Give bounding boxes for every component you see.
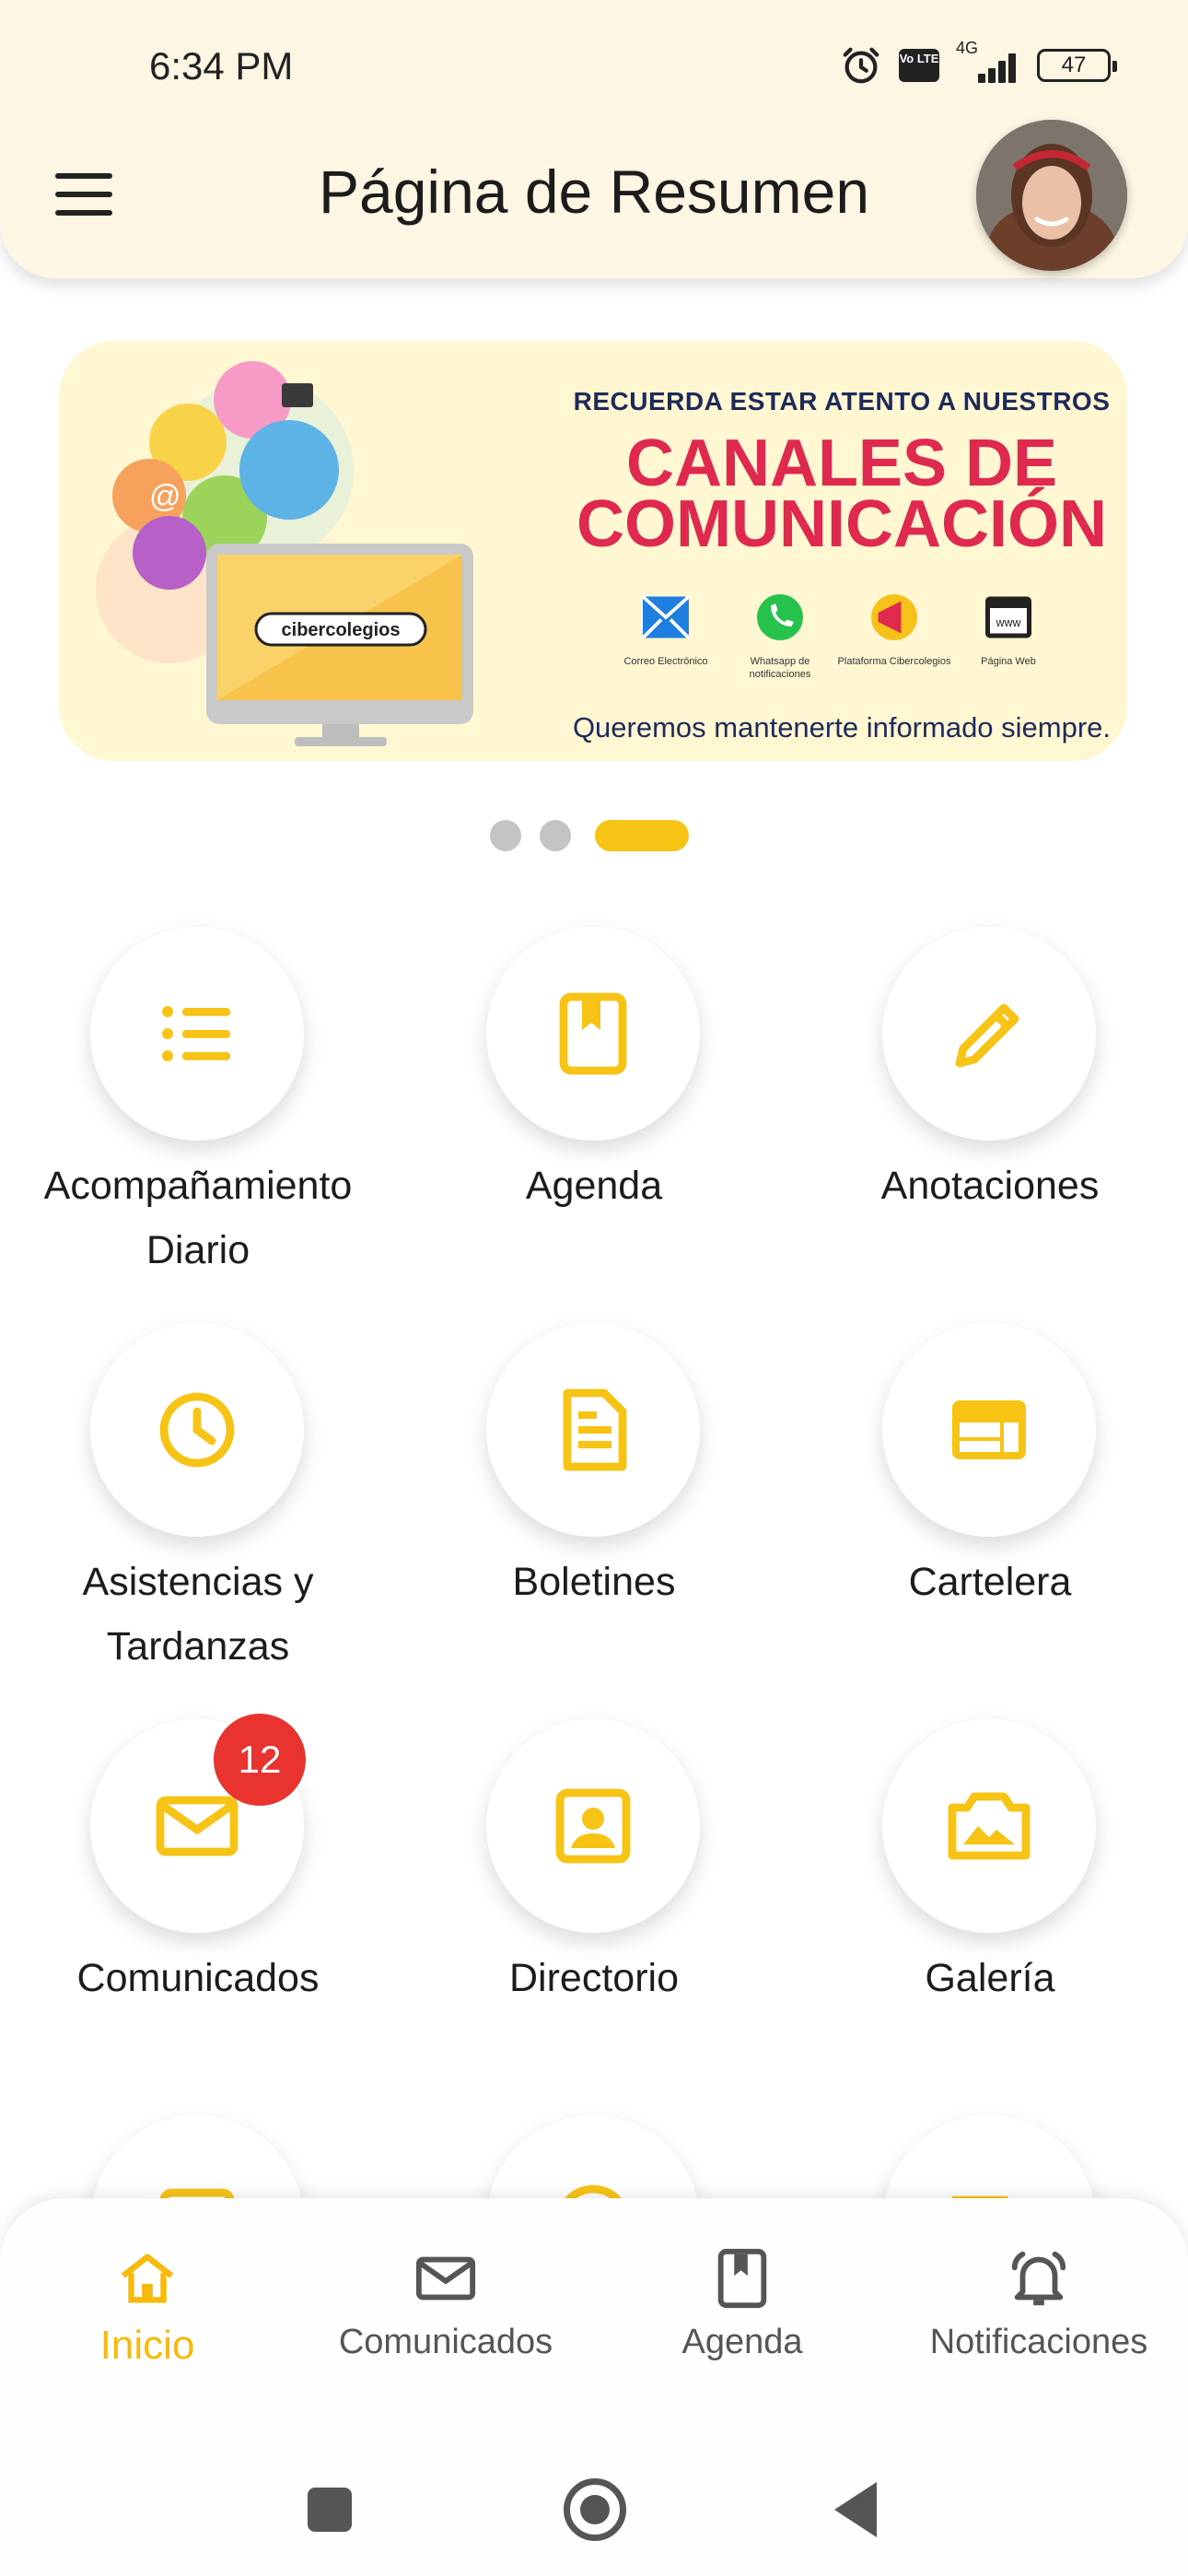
unread-badge: 12 — [214, 1714, 306, 1806]
volte-icon: Vo LTE — [899, 49, 939, 82]
tile-label-directorio: Directorio — [509, 1956, 679, 2000]
nav-label-notificaciones: Notificaciones — [929, 2323, 1148, 2361]
banner-brand: cibercolegios — [282, 620, 401, 640]
tile-anotaciones[interactable] — [882, 927, 1096, 1141]
channel-label: Plataforma Cibercolegios — [837, 656, 951, 667]
bookmark-book-icon — [559, 992, 627, 1075]
contact-icon — [555, 1788, 631, 1864]
banner-title: CANALES DE COMUNICACIÓN — [538, 427, 1127, 561]
mail-icon — [415, 2256, 476, 2301]
nav-label-agenda: Agenda — [681, 2323, 803, 2361]
nav-inicio[interactable]: Inicio — [9, 2246, 285, 2369]
signal-icon: 4G — [956, 39, 1020, 87]
tile-label-acompanamiento: Acompañamiento Diario — [43, 1164, 353, 1272]
back-button[interactable] — [834, 2482, 877, 2537]
whatsapp-icon — [757, 594, 803, 640]
carousel-dot-1[interactable] — [490, 820, 521, 851]
banner-title-line2: COMUNICACIÓN — [577, 487, 1107, 561]
channel-web: www Página Web — [949, 590, 1068, 668]
avatar-photo — [976, 120, 1127, 271]
home-icon — [121, 2254, 174, 2303]
menu-button[interactable] — [55, 173, 112, 216]
channel-label: Whatsapp de notificaciones — [749, 656, 811, 680]
home-button[interactable] — [564, 2478, 626, 2541]
tile-label-galeria: Galería — [925, 1956, 1055, 2000]
system-navigation-bar — [0, 2432, 1188, 2576]
app-bar: 6:34 PM Vo LTE 4G 47 Página de Resumen — [0, 0, 1188, 278]
recents-button[interactable] — [308, 2488, 352, 2532]
svg-text:@: @ — [149, 479, 181, 514]
channel-email: Correo Electrónico — [606, 590, 726, 668]
tile-directorio[interactable] — [486, 1719, 700, 1933]
photo-icon — [948, 1792, 1031, 1860]
channel-label: Página Web — [981, 656, 1036, 667]
page-title: Página de Resumen — [318, 158, 870, 226]
carousel-dot-2[interactable] — [540, 820, 571, 851]
status-icons: Vo LTE 4G 47 — [840, 39, 1117, 87]
tile-label-agenda: Agenda — [525, 1164, 663, 1208]
channel-whatsapp: Whatsapp de notificaciones — [720, 590, 840, 681]
web-icon: www — [985, 596, 1031, 638]
communication-illustration: @ cibercolegios — [96, 361, 473, 746]
bell-icon — [1011, 2251, 1066, 2306]
tile-asistencias[interactable] — [90, 1323, 304, 1537]
nav-agenda[interactable]: Agenda — [604, 2246, 880, 2362]
nav-label-comunicados: Comunicados — [338, 2323, 553, 2361]
banner-title-line1: CANALES DE — [625, 427, 1058, 500]
tile-acompanamiento[interactable] — [90, 927, 304, 1141]
document-icon — [563, 1388, 627, 1471]
billboard-icon — [952, 1400, 1026, 1459]
promo-banner[interactable]: @ cibercolegios RECUERDA ESTAR ATENTO A … — [59, 341, 1127, 761]
avatar[interactable] — [976, 120, 1127, 271]
alarm-icon — [843, 47, 879, 84]
channel-label: Correo Electrónico — [623, 656, 708, 667]
pencil-icon — [955, 1003, 1019, 1068]
status-time: 6:34 PM — [149, 44, 294, 88]
tile-agenda[interactable] — [486, 927, 700, 1141]
nav-comunicados[interactable]: Comunicados — [308, 2246, 584, 2362]
channel-platform: Plataforma Cibercolegios — [834, 590, 954, 668]
megaphone-icon — [871, 594, 917, 640]
tile-galeria[interactable] — [882, 1719, 1096, 1933]
tile-label-comunicados: Comunicados — [76, 1956, 320, 2000]
clock-icon — [159, 1392, 235, 1468]
network-type: 4G — [956, 39, 979, 57]
carousel-dot-3-active[interactable] — [595, 820, 689, 851]
battery-level: 47 — [1061, 53, 1087, 77]
tile-label-cartelera: Cartelera — [908, 1560, 1072, 1604]
nav-label-inicio: Inicio — [99, 2323, 195, 2368]
bookmark-book-icon — [717, 2248, 767, 2309]
svg-text:www: www — [995, 616, 1021, 629]
battery-icon: 47 — [1037, 49, 1117, 82]
nav-notificaciones[interactable]: Notificaciones — [901, 2246, 1177, 2362]
tile-boletines[interactable] — [486, 1323, 700, 1537]
tile-label-asistencias: Asistencias y Tardanzas — [82, 1560, 314, 1669]
banner-footer: Queremos mantenerte informado siempre. — [572, 711, 1112, 744]
mail-icon — [156, 1796, 239, 1856]
tile-label-boletines: Boletines — [512, 1560, 676, 1604]
tile-label-anotaciones: Anotaciones — [880, 1164, 1100, 1208]
tile-cartelera[interactable] — [882, 1323, 1096, 1537]
mail-icon — [641, 595, 691, 639]
list-icon — [162, 1006, 230, 1061]
banner-headline: RECUERDA ESTAR ATENTO A NUESTROS — [573, 387, 1111, 416]
